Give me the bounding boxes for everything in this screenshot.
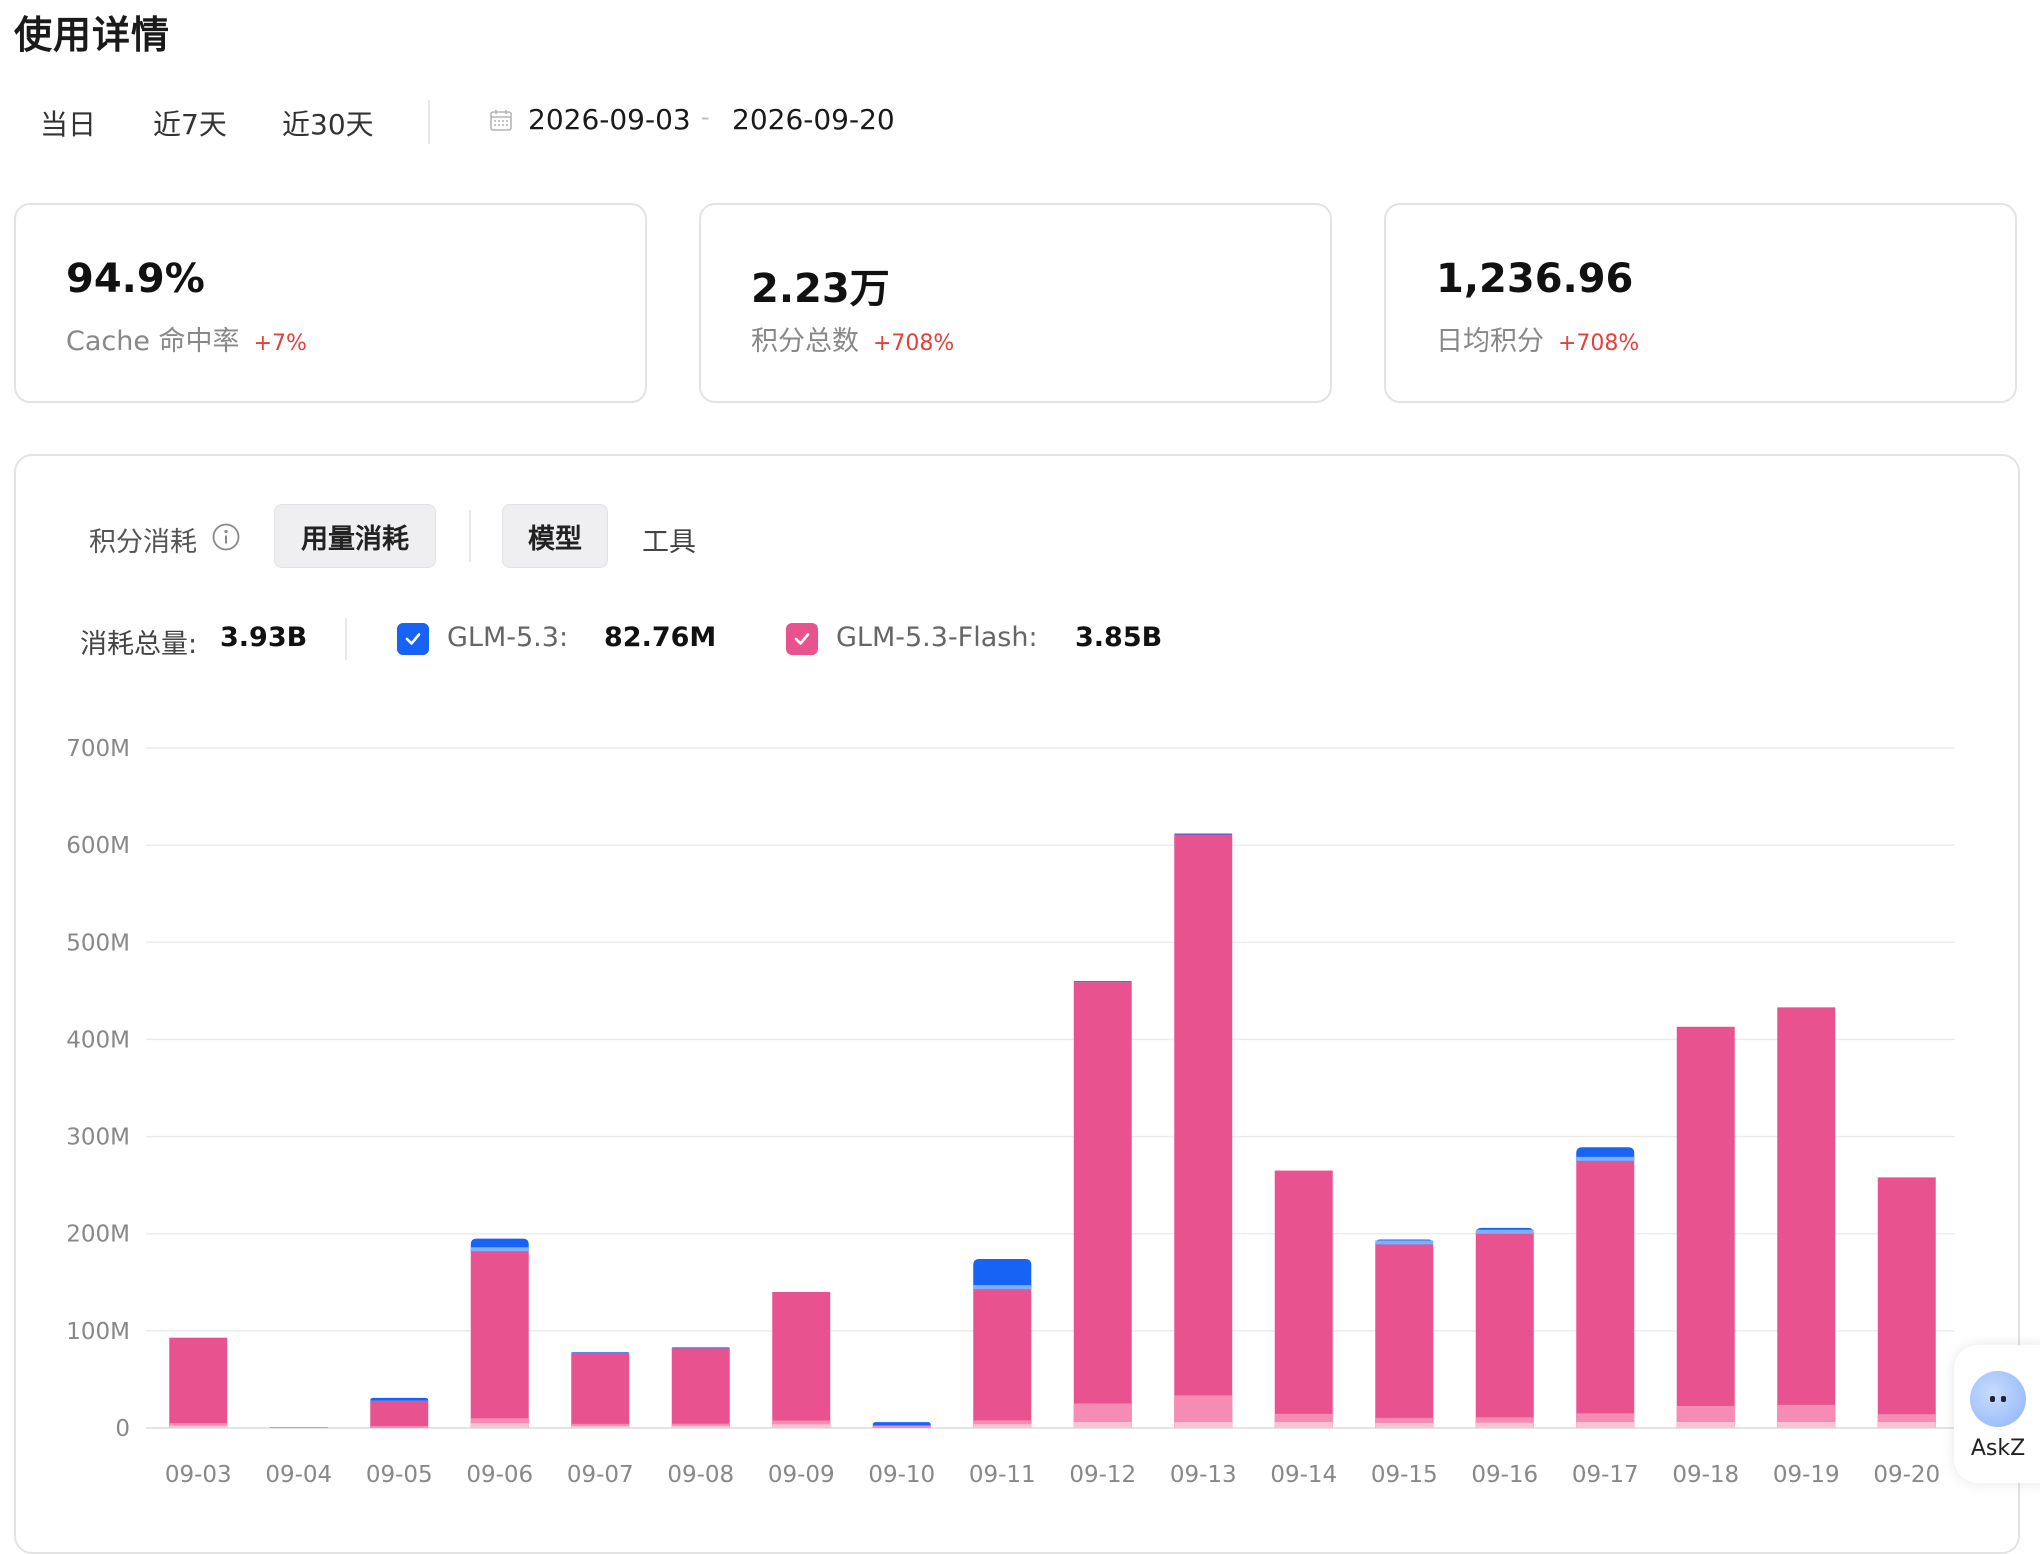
y-tick-label: 400M: [66, 1027, 130, 1053]
bar-glm-5-3-flash[interactable]: [1877, 1177, 1936, 1428]
bar-glm-5-3-flash[interactable]: [1274, 1170, 1333, 1428]
bar-cache-base-segment: [1475, 1422, 1534, 1428]
x-tick-label: 09-07: [567, 1462, 634, 1488]
bar-cache-segment: [370, 1426, 429, 1428]
bar-glm-5-3[interactable]: [1073, 981, 1132, 983]
bar-glm-5-3-flash[interactable]: [973, 1289, 1032, 1428]
bar-glm-5-3-flash[interactable]: [169, 1337, 228, 1428]
bar-cache-segment: [872, 1426, 931, 1428]
x-tick-label: 09-04: [265, 1462, 332, 1488]
bar-glm-5-3[interactable]: [872, 1422, 931, 1426]
bar-cache-base-segment: [1174, 1422, 1233, 1428]
bar-glm-5-3[interactable]: [671, 1347, 730, 1349]
bar-glm-5-3[interactable]: [1174, 833, 1233, 835]
bar-glm-5-3-flash[interactable]: [671, 1348, 730, 1428]
y-tick-label: 0: [115, 1416, 130, 1442]
x-tick-label: 09-09: [768, 1462, 835, 1488]
bar-glm-5-3[interactable]: [571, 1352, 630, 1354]
bar-glm-5-3[interactable]: [370, 1397, 429, 1401]
bar-cache-base-segment: [1274, 1422, 1333, 1428]
x-tick-label: 09-16: [1471, 1462, 1538, 1488]
bar-glm-5-3-flash[interactable]: [772, 1292, 831, 1428]
bar-glm-5-3-flash[interactable]: [1475, 1233, 1534, 1428]
assistant-label: AskZ: [1970, 1436, 2026, 1461]
y-tick-label: 500M: [66, 930, 130, 956]
bar-glm-5-3-cache-segment: [1576, 1156, 1635, 1161]
x-tick-label: 09-15: [1371, 1462, 1438, 1488]
bar-cache-base-segment: [1576, 1422, 1635, 1428]
bar-glm-5-3-flash[interactable]: [1576, 1160, 1635, 1428]
bar-cache-base-segment: [1676, 1422, 1735, 1428]
y-tick-label: 300M: [66, 1125, 130, 1151]
bar-cache-base-segment: [571, 1425, 630, 1428]
bar-cache-base-segment: [1375, 1422, 1434, 1428]
x-tick-label: 09-08: [667, 1462, 734, 1488]
bar-glm-5-3-cache-segment: [1475, 1229, 1534, 1234]
bar-glm-5-3-flash[interactable]: [1174, 834, 1233, 1428]
bar-cache-base-segment: [772, 1424, 831, 1428]
bar-glm-5-3-flash[interactable]: [370, 1400, 429, 1428]
x-tick-label: 09-19: [1773, 1462, 1840, 1488]
y-tick-label: 100M: [66, 1319, 130, 1345]
bar-cache-base-segment: [1777, 1422, 1836, 1428]
bar-cache-base-segment: [1073, 1422, 1132, 1428]
bar-glm-5-3-cache-segment: [973, 1285, 1032, 1290]
y-tick-label: 200M: [66, 1222, 130, 1248]
bar-cache-base-segment: [973, 1424, 1032, 1428]
y-tick-label: 700M: [66, 736, 130, 762]
x-tick-label: 09-14: [1270, 1462, 1337, 1488]
askz-assistant-button[interactable]: AskZ: [1954, 1345, 2040, 1483]
bar-glm-5-3-flash[interactable]: [1375, 1244, 1434, 1428]
x-tick-label: 09-17: [1572, 1462, 1639, 1488]
assistant-avatar-icon: [1970, 1371, 2026, 1427]
x-tick-label: 09-06: [466, 1462, 533, 1488]
bar-glm-5-3-cache-segment: [470, 1247, 529, 1252]
x-tick-label: 09-03: [165, 1462, 232, 1488]
bar-cache-base-segment: [1877, 1422, 1936, 1428]
x-tick-label: 09-20: [1873, 1462, 1940, 1488]
bar-glm-5-3-flash[interactable]: [1777, 1007, 1836, 1428]
bar-glm-5-3-flash[interactable]: [470, 1251, 529, 1428]
bar-glm-5-3[interactable]: [973, 1258, 1032, 1290]
bar-glm-5-3-flash[interactable]: [1676, 1026, 1735, 1428]
bar-glm-5-3-cache-segment: [1375, 1240, 1434, 1245]
x-tick-label: 09-13: [1170, 1462, 1237, 1488]
y-tick-label: 600M: [66, 833, 130, 859]
usage-bar-chart: 0 100M 200M 300M 400M 500M 600M 700M 09-03 09-04 0…: [66, 736, 1955, 1488]
bar-cache-base-segment: [671, 1425, 730, 1428]
x-tick-label: 09-11: [969, 1462, 1036, 1488]
bar-cache-base-segment: [470, 1423, 529, 1428]
bar-cache-segment: [269, 1427, 328, 1428]
x-tick-label: 09-12: [1069, 1462, 1136, 1488]
x-tick-label: 09-05: [366, 1462, 433, 1488]
bar-glm-5-3-flash[interactable]: [571, 1353, 630, 1428]
x-tick-label: 09-18: [1672, 1462, 1739, 1488]
bar-cache-base-segment: [169, 1425, 228, 1428]
x-tick-label: 09-10: [868, 1462, 935, 1488]
bar-glm-5-3-flash[interactable]: [1073, 982, 1132, 1428]
